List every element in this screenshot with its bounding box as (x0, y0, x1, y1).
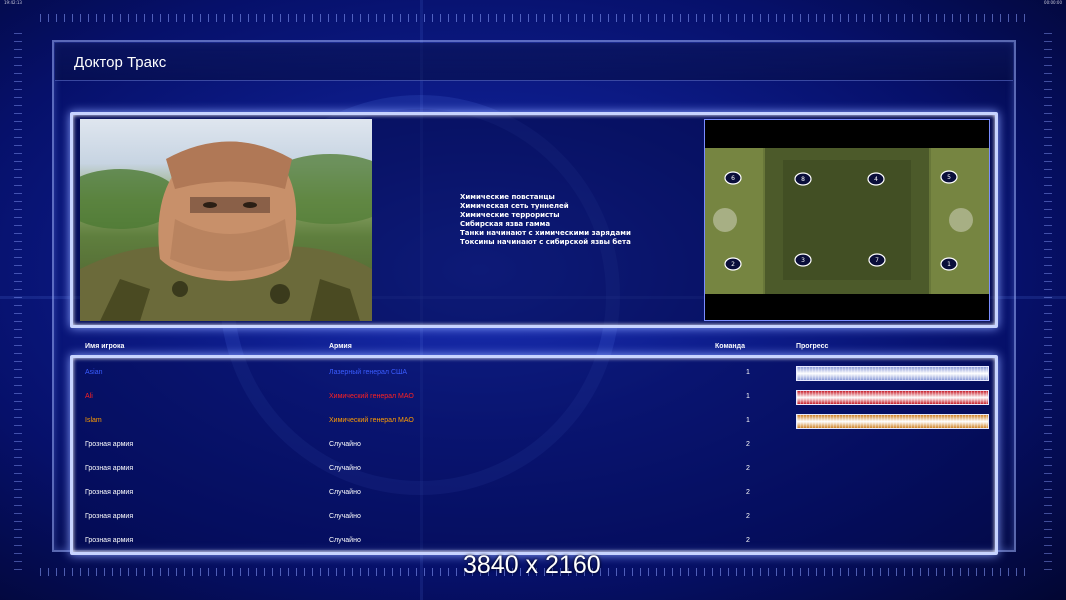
player-army: Химический генерал МАО (329, 417, 414, 424)
player-army: Химический генерал МАО (329, 393, 414, 400)
player-row: Грозная армия Случайно 2 (0, 486, 1066, 500)
player-team: 2 (746, 441, 750, 448)
player-list-panel (70, 355, 998, 555)
player-team: 2 (746, 513, 750, 520)
progress-bar (796, 390, 989, 405)
briefing-line: Химические повстанцы (460, 193, 555, 201)
start-marker-label: 6 (731, 175, 735, 182)
system-bar: 19:42:13 00:00:00 (0, 0, 1066, 6)
player-row: Islam Химический генерал МАО 1 (0, 414, 1066, 429)
start-marker-label: 7 (875, 257, 879, 264)
start-marker-label: 8 (801, 176, 805, 183)
player-team: 1 (746, 369, 750, 376)
player-name: Asian (85, 369, 103, 376)
start-marker-label: 4 (874, 176, 878, 183)
start-marker-7: 7 (868, 253, 886, 267)
player-team: 1 (746, 417, 750, 424)
progress-bar (796, 414, 989, 429)
start-marker-5: 5 (940, 170, 958, 184)
system-clock-left: 19:42:13 (4, 0, 22, 5)
progress-fill (797, 391, 988, 404)
player-name: Грозная армия (85, 489, 134, 496)
progress-fill (797, 367, 988, 380)
start-marker-6: 6 (724, 171, 742, 185)
player-name: Грозная армия (85, 441, 134, 448)
start-marker-3: 3 (794, 253, 812, 267)
player-army: Случайно (329, 489, 361, 496)
player-table-header: Имя игрока Армия Команда Прогресс (0, 343, 1066, 355)
player-army: Случайно (329, 441, 361, 448)
player-team: 2 (746, 465, 750, 472)
map-preview: 6 8 4 5 2 3 7 1 (704, 119, 990, 321)
player-name: Грозная армия (85, 537, 134, 544)
start-marker-4: 4 (867, 172, 885, 186)
player-army: Случайно (329, 537, 361, 544)
player-row: Грозная армия Случайно 2 (0, 510, 1066, 524)
progress-bar (796, 366, 989, 381)
start-marker-2: 2 (724, 257, 742, 271)
player-row: Asian Лазерный генерал США 1 (0, 366, 1066, 381)
header-team: Команда (715, 343, 745, 350)
start-marker-1: 1 (940, 257, 958, 271)
player-name: Ali (85, 393, 93, 400)
briefing-line: Химическая сеть туннелей (460, 202, 569, 210)
progress-fill (797, 415, 988, 428)
briefing-line: Сибирская язва гамма (460, 220, 551, 228)
player-row: Грозная армия Случайно 2 (0, 462, 1066, 476)
briefing-line: Химические террористы (460, 211, 560, 219)
player-name: Islam (85, 417, 102, 424)
general-title: Доктор Тракс (74, 54, 167, 71)
header-player-name: Имя игрока (85, 343, 125, 350)
player-team: 2 (746, 489, 750, 496)
start-marker-label: 2 (731, 261, 735, 268)
start-marker-label: 5 (947, 174, 951, 181)
player-army: Лазерный генерал США (329, 369, 408, 376)
start-marker-8: 8 (794, 172, 812, 186)
player-row: Грозная армия Случайно 2 (0, 438, 1066, 452)
player-name: Грозная армия (85, 465, 134, 472)
player-team: 1 (746, 393, 750, 400)
player-row: Ali Химический генерал МАО 1 (0, 390, 1066, 405)
player-army: Случайно (329, 465, 361, 472)
briefing-line: Токсины начинают с сибирской язвы бета (460, 238, 631, 246)
system-clock-right: 00:00:00 (1044, 0, 1062, 5)
title-bar (55, 43, 1013, 81)
player-team: 2 (746, 537, 750, 544)
player-name: Грозная армия (85, 513, 134, 520)
header-progress: Прогресс (796, 343, 829, 350)
player-row: Грозная армия Случайно 2 (0, 534, 1066, 548)
player-army: Случайно (329, 513, 361, 520)
ruler-top (40, 14, 1026, 22)
start-marker-label: 1 (947, 261, 951, 268)
briefing-line: Танки начинают с химическими зарядами (460, 229, 631, 237)
resolution-watermark: 3840 x 2160 (463, 551, 601, 579)
start-marker-label: 3 (801, 257, 805, 264)
general-briefing-list: Химические повстанцы Химическая сеть тун… (460, 193, 631, 247)
header-army: Армия (329, 343, 352, 350)
general-portrait (80, 119, 372, 321)
